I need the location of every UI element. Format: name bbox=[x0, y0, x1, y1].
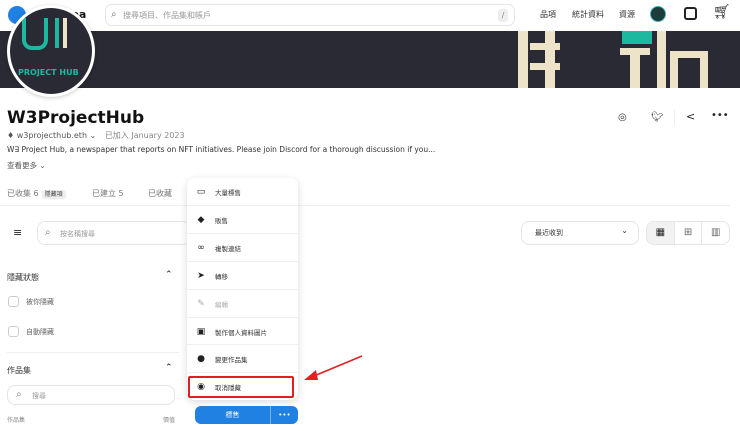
chevron-down-icon[interactable]: ⌄ bbox=[87, 131, 97, 140]
nav-stats[interactable]: 統計資料 bbox=[572, 9, 604, 20]
sort-value: 最近收到 bbox=[535, 229, 563, 237]
menu-item-label: 編輯 bbox=[215, 300, 228, 309]
menu-item-sell[interactable]: ◆ 販售 bbox=[187, 205, 298, 233]
profile-banner bbox=[0, 31, 740, 88]
tab-created[interactable]: 已建立 5 bbox=[92, 188, 124, 199]
hidden-by-you-checkbox[interactable] bbox=[8, 296, 19, 307]
chevron-down-icon: ⌄ bbox=[621, 226, 628, 235]
nav-resources[interactable]: 資源 bbox=[619, 9, 635, 20]
menu-item-label: 轉移 bbox=[215, 272, 228, 281]
globe-icon: ● bbox=[197, 353, 205, 364]
chevron-up-icon[interactable]: ⌃ bbox=[165, 270, 173, 280]
view-toggle: ▦ ⊞ ▥ bbox=[646, 221, 730, 245]
nav-items[interactable]: 品項 bbox=[540, 9, 556, 20]
menu-item-transfer[interactable]: ➤ 轉移 bbox=[187, 261, 298, 289]
link-icon: ∞ bbox=[197, 242, 205, 253]
tab-label: 已收集 bbox=[7, 189, 31, 198]
tab-label: 已建立 bbox=[92, 189, 116, 198]
item-actions-menu: ▭ 大量標售 ◆ 販售 ∞ 複製連結 ➤ 轉移 ✎ 編輯 ▣ 製作個人資料圖片 ● 變更作品集… bbox=[187, 178, 298, 400]
shortcut-key: / bbox=[498, 9, 508, 22]
collection-search-input[interactable]: ⌕ 搜尋 bbox=[7, 385, 175, 405]
wallet-address[interactable]: w3projecthub.eth bbox=[17, 131, 87, 140]
divider bbox=[674, 110, 675, 125]
send-icon: ➤ bbox=[197, 270, 205, 281]
see-more-label: 查看更多 bbox=[7, 161, 37, 170]
sort-select[interactable]: 最近收到 ⌄ bbox=[521, 221, 639, 245]
global-search-input[interactable]: ⌕ 搜尋項目、作品集和帳戶 / bbox=[105, 4, 515, 26]
pencil-icon: ✎ bbox=[197, 298, 205, 309]
sell-button-group: 標售 ••• bbox=[195, 406, 298, 424]
more-options-icon[interactable]: ••• bbox=[711, 110, 729, 121]
divider bbox=[7, 352, 179, 353]
grid-large-icon[interactable]: ▦ bbox=[647, 222, 674, 244]
name-search-input[interactable]: ⌕ 按名稱搜尋 bbox=[37, 221, 191, 245]
checkbox-label: 自動隱藏 bbox=[26, 328, 54, 336]
top-header: OpenSea ⌕ 搜尋項目、作品集和帳戶 / 品項 統計資料 資源 🛒︎ bbox=[0, 0, 740, 31]
profile-meta: ♦ w3projecthub.eth ⌄ 已加入 January 2023 bbox=[7, 130, 185, 141]
search-placeholder: 按名稱搜尋 bbox=[60, 230, 95, 238]
highlight-box bbox=[188, 376, 294, 398]
see-more-link[interactable]: 查看更多 ⌄ bbox=[7, 160, 46, 171]
menu-item-label: 販售 bbox=[215, 216, 228, 225]
image-icon: ▣ bbox=[196, 326, 206, 337]
list-view-icon[interactable]: ▥ bbox=[701, 222, 729, 244]
menu-item-bulk-list[interactable]: ▭ 大量標售 bbox=[187, 178, 298, 206]
grid-small-icon[interactable]: ⊞ bbox=[673, 222, 702, 244]
menu-item-label: 複製連結 bbox=[215, 244, 241, 253]
menu-item-label: 製作個人資料圖片 bbox=[215, 328, 267, 337]
menu-item-edit: ✎ 編輯 bbox=[187, 289, 298, 317]
profile-name: W3ProjectHub bbox=[7, 108, 145, 128]
menu-item-label: 大量標售 bbox=[215, 189, 241, 197]
cart-icon[interactable]: 🛒︎ bbox=[713, 4, 731, 20]
user-avatar[interactable] bbox=[650, 6, 666, 22]
tab-count: 5 bbox=[118, 189, 124, 198]
search-icon: ⌕ bbox=[111, 9, 117, 20]
hidden-badge: 隱藏項 bbox=[41, 190, 66, 199]
menu-item-change-collection[interactable]: ● 變更作品集 bbox=[187, 344, 298, 372]
checkbox-label: 被你隱藏 bbox=[26, 298, 54, 306]
sell-button[interactable]: 標售 bbox=[195, 406, 270, 424]
collections-title: 作品集 bbox=[7, 366, 31, 375]
joined-date: 已加入 January 2023 bbox=[104, 131, 185, 140]
menu-item-profile-picture[interactable]: ▣ 製作個人資料圖片 bbox=[187, 317, 298, 345]
twitter-icon[interactable]: 🐦︎ bbox=[651, 112, 664, 123]
instagram-icon[interactable]: ◎ bbox=[618, 112, 627, 123]
hidden-status-title: 隱藏狀態 bbox=[7, 273, 39, 282]
avatar-logo-text: PROJECT HUB bbox=[18, 68, 79, 77]
column-header: 作品集 bbox=[7, 417, 26, 424]
column-header: 價值 bbox=[163, 417, 176, 424]
filter-icon[interactable]: ≡ bbox=[13, 226, 22, 239]
wallet-icon[interactable] bbox=[684, 7, 697, 20]
bulk-list-icon: ▭ bbox=[196, 187, 206, 197]
search-icon: ⌕ bbox=[45, 227, 51, 238]
auto-hidden-checkbox[interactable] bbox=[8, 326, 19, 337]
search-placeholder: 搜尋 bbox=[32, 392, 46, 400]
tag-icon: ◆ bbox=[197, 214, 205, 225]
profile-avatar: PROJECT HUB bbox=[7, 5, 95, 97]
tab-collected[interactable]: 已收集 6 隱藏項 bbox=[7, 188, 66, 199]
red-arrow-annotation bbox=[304, 355, 363, 380]
tab-favorited[interactable]: 已收藏 bbox=[148, 188, 172, 199]
ethereum-icon: ♦ bbox=[7, 131, 15, 140]
search-placeholder: 搜尋項目、作品集和帳戶 bbox=[123, 11, 211, 20]
profile-description: W∃ Project Hub, a newspaper that reports… bbox=[7, 145, 436, 154]
menu-item-label: 變更作品集 bbox=[215, 355, 248, 364]
more-actions-button[interactable]: ••• bbox=[270, 406, 298, 424]
search-icon: ⌕ bbox=[16, 389, 22, 400]
share-icon[interactable]: < bbox=[686, 110, 695, 123]
divider bbox=[0, 205, 730, 206]
menu-item-copy-link[interactable]: ∞ 複製連結 bbox=[187, 233, 298, 261]
tab-count: 6 bbox=[33, 189, 39, 198]
chevron-up-icon[interactable]: ⌃ bbox=[165, 363, 173, 373]
